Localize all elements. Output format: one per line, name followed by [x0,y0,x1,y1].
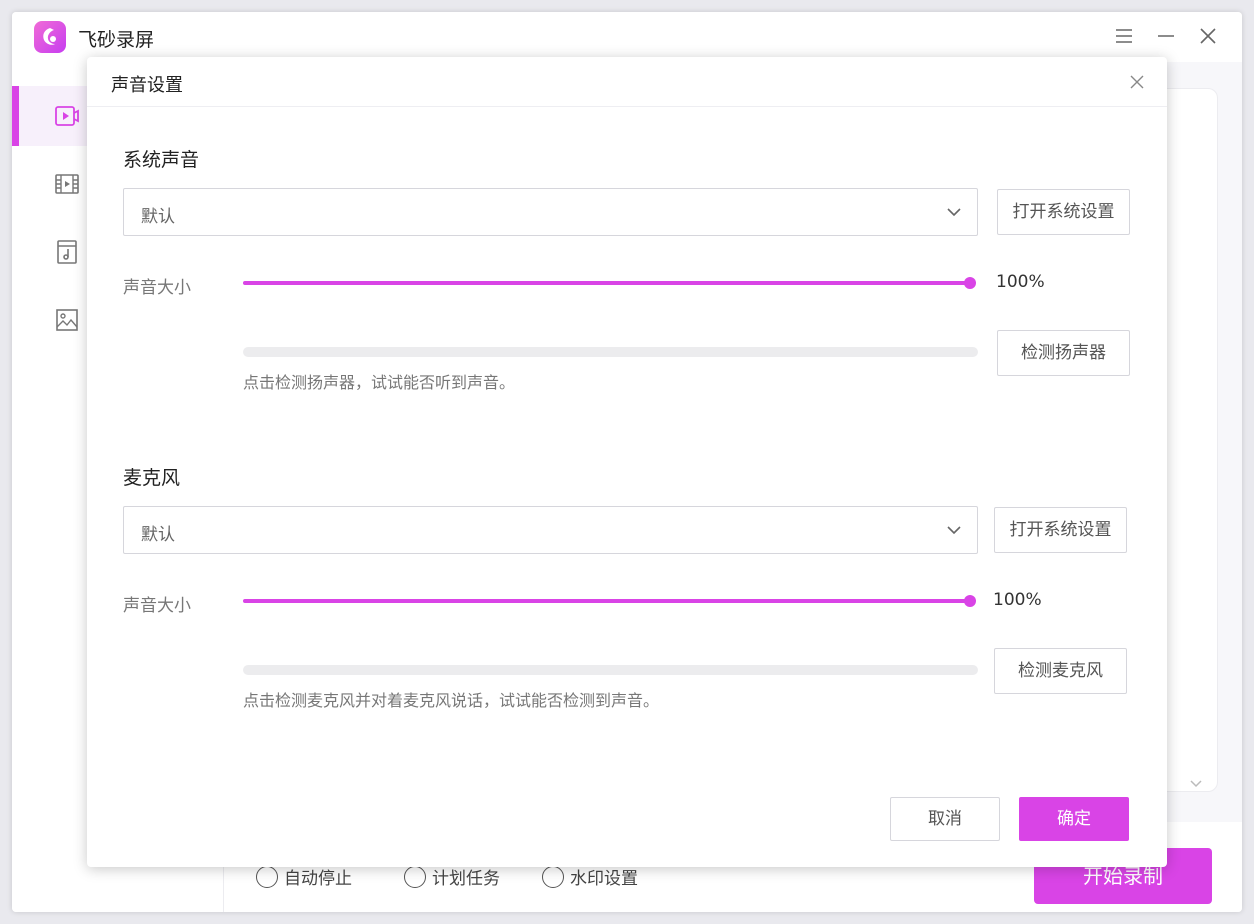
menu-icon[interactable] [1112,24,1136,48]
dialog-close-icon[interactable] [1127,72,1147,92]
mic-level-meter [243,665,978,675]
microphone-title: 麦克风 [123,467,181,489]
audio-music-icon [57,240,77,264]
speaker-level-meter [243,347,978,357]
app-logo-icon [34,21,66,53]
schedule-icon [404,865,426,888]
speaker-hint: 点击检测扬声器，试试能否听到声音。 [243,373,516,392]
close-icon[interactable] [1196,24,1220,48]
chevron-down-icon [1190,780,1202,788]
gear-icon [542,865,564,888]
dialog-title: 声音设置 [111,75,183,96]
system-volume-label: 声音大小 [123,278,191,298]
system-sound-device-select[interactable]: 默认 [123,188,978,236]
system-sound-title: 系统声音 [123,149,200,171]
mic-open-settings-button[interactable]: 打开系统设置 [994,507,1127,553]
clock-icon [256,865,278,888]
title-bar: 飞砂录屏 [12,12,1242,62]
chevron-down-icon [947,208,961,217]
ok-button[interactable]: 确定 [1019,797,1129,841]
test-speaker-button[interactable]: 检测扬声器 [997,330,1130,376]
microphone-hint: 点击检测麦克风并对着麦克风说话，试试能否检测到声音。 [243,691,660,710]
minimize-icon[interactable] [1154,24,1178,48]
cancel-button[interactable]: 取消 [890,797,1000,841]
video-film-icon [55,174,79,194]
watermark-label: 水印设置 [570,869,638,889]
watermark-option[interactable]: 水印设置 [542,864,638,889]
sound-settings-dialog: 声音设置 系统声音 默认 打开系统设置 声音大小 100% 检测扬声器 点击检测… [87,57,1167,867]
chevron-down-icon [947,526,961,535]
system-open-settings-button[interactable]: 打开系统设置 [997,189,1130,235]
app-title: 飞砂录屏 [78,29,155,51]
mic-volume-slider-thumb[interactable] [964,595,976,607]
system-volume-percent: 100% [996,272,1045,292]
auto-stop-option[interactable]: 自动停止 [256,864,352,889]
microphone-device-select[interactable]: 默认 [123,506,978,554]
system-sound-device-value: 默认 [141,207,175,227]
microphone-device-value: 默认 [141,525,175,545]
mic-volume-label: 声音大小 [123,596,191,616]
test-microphone-button[interactable]: 检测麦克风 [994,648,1127,694]
mic-volume-slider[interactable] [243,599,970,603]
dialog-header: 声音设置 [87,57,1167,107]
schedule-task-option[interactable]: 计划任务 [404,864,500,889]
system-volume-slider-thumb[interactable] [964,277,976,289]
system-volume-slider[interactable] [243,281,970,285]
screen-record-icon [55,106,79,126]
image-screenshot-icon [56,309,78,331]
mic-volume-percent: 100% [993,590,1042,610]
auto-stop-label: 自动停止 [284,869,352,889]
schedule-task-label: 计划任务 [432,869,500,889]
